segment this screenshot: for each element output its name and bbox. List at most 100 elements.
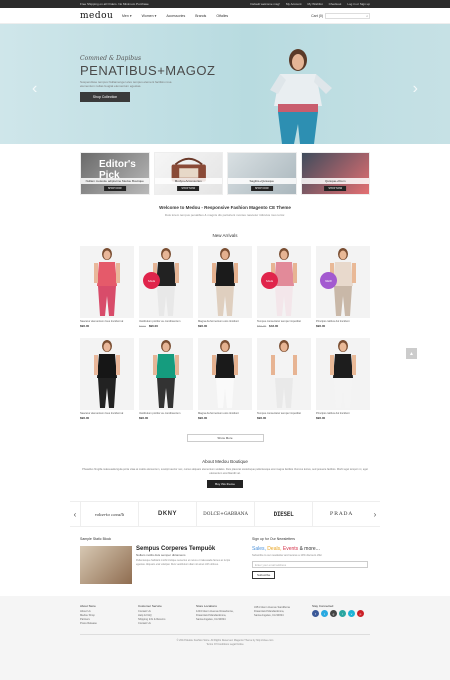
product-name[interactable]: Principio catibus dui tincidunt (316, 320, 370, 323)
product-card[interactable]: Magna da fermentum eros tincidunt $96.00 (198, 338, 252, 420)
welcome-text: Duis lorem tempus penatibus & magnis dis… (164, 213, 286, 217)
product-card[interactable]: Tempus consectetur semper imperdiet $96.… (257, 338, 311, 420)
pinterest-icon[interactable]: p (357, 610, 364, 617)
product-name[interactable]: Magna da fermentum eros tincidunt (198, 320, 252, 323)
promo-tile-quisque[interactable]: Quisque+Orem SHOP NOW (300, 152, 370, 195)
product-name[interactable]: Vestibulum portitor eu condimentum (139, 412, 193, 415)
promo-tile-sagittis[interactable]: Sagittis+Quisaque SHOP NOW (227, 152, 297, 195)
brand-logo-diesel[interactable]: DIESEL (254, 501, 312, 527)
cart-link[interactable]: Cart (0) (311, 14, 323, 18)
shop-now-button[interactable]: SHOP NOW (250, 186, 273, 191)
product-card[interactable]: Nascetur elementum risus tincidunt al $9… (80, 246, 134, 328)
main-nav: Men ▾ Women ▾ Accessories Brands Otfalles (122, 14, 228, 18)
product-old-price: From (139, 324, 146, 328)
product-image[interactable] (80, 338, 134, 410)
promo-tile-accessories[interactable]: Modyo+Accessories SHOP NOW (153, 152, 223, 195)
product-image[interactable] (257, 338, 311, 410)
footer-link[interactable]: Santa Angeles, CA 90034 (196, 618, 254, 622)
brand-logo-dkny[interactable]: DKNY (138, 501, 196, 527)
footer-column-title: Stay Connected (312, 604, 334, 608)
facebook-icon[interactable]: f (312, 610, 319, 617)
shop-now-button[interactable]: SHOP NOW (103, 186, 126, 191)
login-link[interactable]: Log in or Sign up (347, 2, 370, 6)
google-plus-icon[interactable]: g (330, 610, 337, 617)
product-name[interactable]: Vestibulum portitor eu condimentum (139, 320, 193, 323)
product-image[interactable] (80, 246, 134, 318)
my-wishlist-link[interactable]: My Wishlist (307, 2, 322, 6)
product-name[interactable]: Tempus consectetur semper imperdiet (257, 320, 311, 323)
static-text: Pellentesque habitant morbi tristique se… (136, 559, 231, 566)
nav-item-women[interactable]: Women ▾ (142, 14, 157, 18)
product-image[interactable] (139, 338, 193, 410)
hero-script-text: Commed & Dapibus (80, 55, 142, 62)
product-image[interactable]: SALE (257, 246, 311, 318)
nav-item-men[interactable]: Men ▾ (122, 14, 132, 18)
footer-divider (80, 634, 370, 635)
product-card[interactable]: Nascetur elementum risus tincidunt al $9… (80, 338, 134, 420)
product-card[interactable]: SALE Tempus consectetur semper imperdiet… (257, 246, 311, 328)
checkout-link[interactable]: Checkout (329, 2, 342, 6)
back-to-top-button[interactable]: ▲ (406, 348, 417, 359)
footer-column: About Store About Us Medou Shop Partners Pre… (80, 604, 138, 626)
brand-logo-dolce-gabbana[interactable]: DOLCE+GABBANA (196, 501, 254, 527)
product-image[interactable]: SALE (139, 246, 193, 318)
newsletter-email-input[interactable]: Enter your email address (252, 561, 368, 568)
slider-prev-arrow[interactable]: ‹ (32, 80, 37, 98)
hero-title: PENATIBUS+MAGOZ (80, 63, 216, 78)
buy-theme-button[interactable]: Buy this theme (207, 480, 243, 488)
product-card[interactable]: NEW Principio catibus dui tincidunt $96.… (316, 246, 370, 328)
product-name[interactable]: Principio catibus dui tincidunt (316, 412, 370, 415)
carousel-prev-icon[interactable]: ‹ (70, 510, 80, 519)
about-title: About Medou Boutique (202, 459, 248, 464)
nav-item-brands[interactable]: Brands (195, 14, 206, 18)
product-card[interactable]: Principio catibus dui tincidunt $96.00 (316, 338, 370, 420)
footer-link[interactable]: Press Release (80, 622, 138, 626)
product-card[interactable]: Vestibulum portitor eu condimentum $96.0… (139, 338, 193, 420)
search-icon[interactable]: ⌕ (366, 14, 368, 18)
promo-label: Sagittis+Quisaque (228, 178, 296, 184)
nav-item-otfalles[interactable]: Otfalles (216, 14, 228, 18)
subscribe-button[interactable]: Subscribe (252, 571, 276, 579)
rss-icon[interactable]: r (339, 610, 346, 617)
product-name[interactable]: Nascetur elementum risus tincidunt al (80, 320, 134, 323)
product-image[interactable]: NEW (316, 246, 370, 318)
top-bar: Free Shipping on all Orders. No Minimum … (0, 0, 450, 8)
shop-now-button[interactable]: SHOP NOW (324, 186, 347, 191)
product-name[interactable]: Tempus consectetur semper imperdiet (257, 412, 311, 415)
newsletter-headline: Sales, Deals, Events & more... (252, 546, 320, 552)
twitter-icon[interactable]: t (321, 610, 328, 617)
shop-now-button[interactable]: SHOP NOW (177, 186, 200, 191)
vimeo-icon[interactable]: v (348, 610, 355, 617)
brand-carousel: ‹ roberto cavalli DKNY DOLCE+GABBANA DIE… (70, 501, 380, 527)
product-image[interactable] (198, 338, 252, 410)
product-name[interactable]: Nascetur elementum risus tincidunt al (80, 412, 134, 415)
product-image[interactable] (316, 338, 370, 410)
brand-logo-prada[interactable]: PRADA (312, 501, 370, 527)
static-subtitle: Nullam mollis duis semper dictamens (136, 553, 186, 557)
footer-link[interactable]: Contact Us (138, 622, 196, 626)
product-card[interactable]: Magna da fermentum eros tincidunt $96.00 (198, 246, 252, 328)
logo[interactable]: medou (80, 11, 120, 21)
show-more-button[interactable]: Show More (186, 434, 264, 442)
slider-next-arrow[interactable]: › (413, 80, 418, 98)
brand-logo-roberto-cavalli[interactable]: roberto cavalli (80, 501, 138, 527)
footer-columns: About Store About Us Medou Shop Partners Pre… (80, 604, 370, 626)
product-name[interactable]: Magna da fermentum eros tincidunt (198, 412, 252, 415)
footer-column: Customer Service Contact Us Help & FAQ Ship… (138, 604, 196, 626)
search-input[interactable]: ⌕ (325, 13, 370, 19)
footer-link[interactable]: Santa Angeles, CA 90034 (254, 614, 312, 618)
product-card[interactable]: SALE Vestibulum portitor eu condimentum … (139, 246, 193, 328)
carousel-next-icon[interactable]: › (370, 510, 380, 519)
promo-tiles: Editor's Pick Nullam molestie adipiscine… (80, 152, 370, 195)
product-price: $96.00 (257, 416, 267, 420)
nav-item-accessories[interactable]: Accessories (166, 14, 185, 18)
my-account-link[interactable]: My Account (286, 2, 302, 6)
product-image[interactable] (198, 246, 252, 318)
shop-collection-button[interactable]: Shop Collection (80, 92, 130, 102)
footer-legal-links[interactable]: Terms Of Conditions Legal Notice (0, 643, 450, 647)
product-price: $96.00 (316, 324, 326, 328)
bottom-blocks: Sample Static Block Sempus Corperes Temp… (80, 537, 370, 584)
footer-column: Stay Connected f t g r v p (312, 604, 370, 626)
product-model-image (94, 340, 120, 408)
promo-tile-editors-pick[interactable]: Editor's Pick Nullam molestie adipiscine… (80, 152, 150, 195)
